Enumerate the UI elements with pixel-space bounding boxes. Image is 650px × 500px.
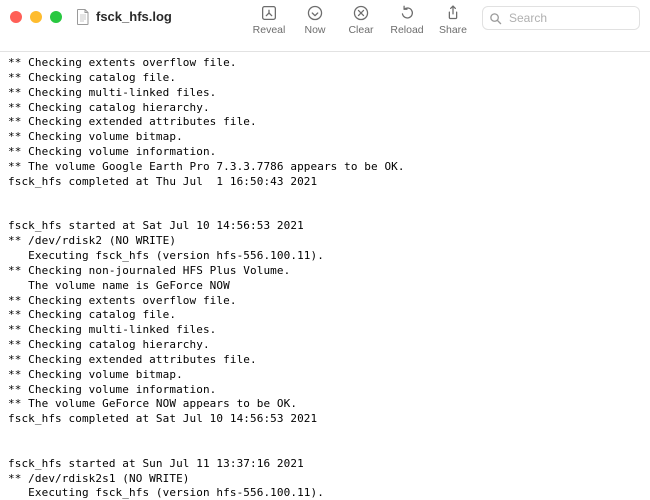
share-label: Share [439,25,467,36]
window-title: fsck_hfs.log [76,9,172,25]
now-icon [304,2,326,24]
reload-icon [396,2,418,24]
reload-label: Reload [390,25,423,36]
search-icon [489,12,502,25]
log-viewport[interactable]: ** Checking extents overflow file. ** Ch… [0,52,650,500]
log-content: ** Checking extents overflow file. ** Ch… [8,56,642,500]
reveal-icon [258,2,280,24]
reveal-button[interactable]: Reveal [246,2,292,36]
clear-label: Clear [348,25,373,36]
close-window-button[interactable] [10,11,22,23]
traffic-lights [10,11,62,23]
share-icon [442,2,464,24]
search-field[interactable] [482,6,640,30]
now-label: Now [304,25,325,36]
document-icon [76,9,90,25]
window-title-label: fsck_hfs.log [96,9,172,24]
minimize-window-button[interactable] [30,11,42,23]
reveal-label: Reveal [253,25,286,36]
toolbar: Reveal Now [246,0,640,53]
share-button[interactable]: Share [430,2,476,36]
now-button[interactable]: Now [292,2,338,36]
app-window: fsck_hfs.log Reveal [0,0,650,500]
search-input[interactable] [507,10,633,26]
fullscreen-window-button[interactable] [50,11,62,23]
clear-icon [350,2,372,24]
reload-button[interactable]: Reload [384,2,430,36]
titlebar: fsck_hfs.log Reveal [0,0,650,52]
clear-button[interactable]: Clear [338,2,384,36]
